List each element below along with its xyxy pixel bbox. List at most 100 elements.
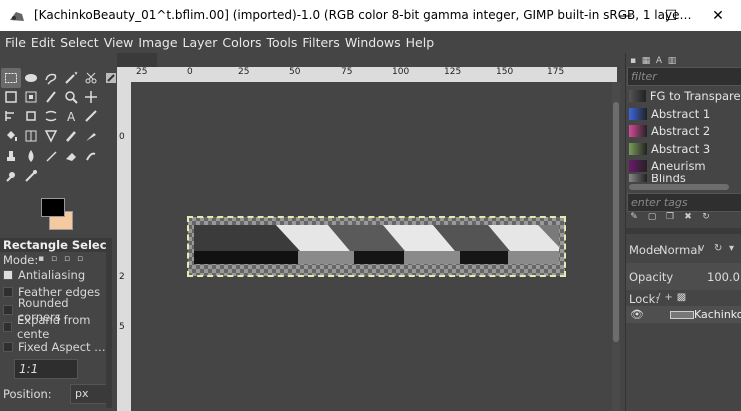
lock-pixels-icon[interactable]: /	[657, 292, 660, 303]
eye-visibility-icon[interactable]: 👁	[630, 308, 644, 321]
gradient-item[interactable]: Aneurism	[629, 157, 741, 174]
zoom-tool[interactable]	[61, 87, 81, 107]
fuzzy-select-tool[interactable]	[61, 68, 81, 88]
menu-filters[interactable]: Filters	[297, 35, 339, 50]
color-picker-tool[interactable]	[21, 166, 41, 186]
text-tool[interactable]: A	[61, 106, 81, 126]
document-tab-icon[interactable]: ▥	[667, 56, 677, 66]
checkbox-icon	[3, 286, 13, 297]
lock-position-icon[interactable]: +	[664, 292, 672, 303]
menu-view[interactable]: View	[99, 35, 134, 50]
ink-tool[interactable]	[41, 146, 61, 166]
gradient-swatch	[629, 174, 647, 182]
position-unit-select[interactable]: px	[70, 384, 111, 404]
gradient-list-scrollbar[interactable]	[629, 184, 729, 190]
fixed-aspect-checkbox[interactable]: Fixed Aspect …	[3, 338, 113, 355]
rect-select-tool[interactable]	[1, 68, 21, 88]
tags-input[interactable]: enter tags	[627, 193, 741, 212]
layer-name: KachinkoB	[694, 308, 741, 321]
menu-image[interactable]: Image	[133, 35, 177, 50]
bucket-fill-tool[interactable]	[1, 126, 21, 146]
gradient-filter-input[interactable]: filter	[627, 67, 741, 86]
image-canvas[interactable]	[187, 216, 566, 277]
airbrush-tool[interactable]	[81, 126, 101, 146]
tool-options-scrollbar[interactable]	[106, 238, 112, 408]
paintbrush-tool[interactable]	[61, 126, 81, 146]
new-gradient-icon[interactable]: ▢	[647, 212, 657, 222]
gradient-item[interactable]: FG to Transparen	[629, 87, 741, 104]
scissors-icon	[85, 72, 97, 84]
chevron-down-icon[interactable]: v	[698, 241, 705, 254]
lock-alpha-icon[interactable]: ▩	[677, 292, 686, 303]
mode-options-icon[interactable]: ▾	[729, 243, 734, 254]
unified-transform-tool[interactable]	[21, 106, 41, 126]
menu-windows[interactable]: Windows	[340, 35, 401, 50]
transform-tool[interactable]	[21, 87, 41, 107]
eraser-tool[interactable]	[61, 146, 81, 166]
ellipse-select-tool[interactable]	[21, 68, 41, 88]
minimize-button[interactable]: —	[602, 0, 648, 31]
cage-transform-tool[interactable]	[21, 126, 41, 146]
antialiasing-checkbox[interactable]: Antialiasing	[3, 266, 113, 283]
cage-icon	[25, 130, 37, 142]
handle-transform-tool[interactable]	[41, 126, 61, 146]
aspect-ratio-field[interactable]: 1:1	[14, 359, 78, 379]
fonts-tab-icon[interactable]: A	[654, 56, 664, 66]
layer-mode-select[interactable]: Normal	[659, 243, 701, 257]
smudge-icon	[86, 152, 96, 161]
menu-edit[interactable]: Edit	[26, 35, 55, 50]
foreground-color-swatch[interactable]	[41, 198, 65, 217]
mode-intersect-icon[interactable]: ▫	[75, 254, 85, 264]
opacity-label: Opacity	[629, 270, 674, 284]
close-button[interactable]: ✕	[695, 0, 741, 31]
image-tab[interactable]	[117, 53, 157, 67]
eraser-icon	[66, 153, 76, 161]
gradient-item[interactable]: Abstract 2	[629, 122, 741, 139]
paths-tool[interactable]	[41, 87, 61, 107]
dodge-icon	[6, 172, 15, 182]
gradient-item[interactable]: Abstract 1	[629, 105, 741, 122]
menu-colors[interactable]: Colors	[217, 35, 261, 50]
brushes-tab-icon[interactable]: ▪	[628, 56, 638, 66]
expand-from-center-checkbox[interactable]: Expand from cente	[3, 313, 113, 341]
mode-subtract-icon[interactable]: ▫	[62, 254, 72, 264]
maximize-button[interactable]: ☐	[648, 0, 694, 31]
clone-tool[interactable]	[1, 146, 21, 166]
free-select-tool[interactable]	[41, 68, 61, 88]
gradient-item[interactable]: Blinds	[629, 174, 741, 182]
magic-wand-icon	[65, 71, 78, 84]
measure-tool[interactable]	[81, 106, 101, 126]
gradient-item[interactable]: Abstract 3	[629, 140, 741, 157]
layer-row[interactable]: 👁 KachinkoB	[626, 306, 741, 323]
edit-gradient-icon[interactable]: ✎	[629, 212, 639, 222]
menu-file[interactable]: File	[0, 35, 26, 50]
move-tool[interactable]	[81, 87, 101, 107]
gradient-swatch	[629, 89, 646, 102]
mode-replace-icon[interactable]: ▪	[36, 254, 46, 264]
delete-gradient-icon[interactable]: ✖	[683, 212, 693, 222]
mode-reset-icon[interactable]: ↻	[714, 243, 722, 254]
lock-buttons: / + ▩	[657, 292, 686, 303]
align-tool[interactable]	[1, 106, 21, 126]
menu-layer[interactable]: Layer	[178, 35, 218, 50]
duplicate-gradient-icon[interactable]: ❐	[665, 212, 675, 222]
scissors-select-tool[interactable]	[81, 68, 101, 88]
menu-tools[interactable]: Tools	[262, 35, 298, 50]
mode-add-icon[interactable]: ▫	[49, 254, 59, 264]
refresh-icon[interactable]: ↻	[701, 212, 711, 222]
canvas-vertical-scrollbar[interactable]	[612, 82, 620, 411]
left-ruler: 0 2 5	[117, 82, 131, 411]
patterns-tab-icon[interactable]: ▦	[641, 56, 651, 66]
menu-help[interactable]: Help	[401, 35, 435, 50]
smudge-tool[interactable]	[81, 146, 101, 166]
selection-mode-buttons[interactable]: ▪ ▫ ▫ ▫	[36, 254, 96, 264]
blur-tool[interactable]	[21, 146, 41, 166]
warp-transform-tool[interactable]	[41, 106, 61, 126]
menu-select[interactable]: Select	[55, 35, 99, 50]
dodge-burn-tool[interactable]	[1, 166, 21, 186]
crop-tool[interactable]	[1, 87, 21, 107]
fg-select-icon	[106, 73, 116, 83]
crop-icon	[5, 91, 17, 103]
scrollbar-thumb[interactable]	[613, 102, 619, 342]
lasso-icon	[45, 73, 57, 85]
